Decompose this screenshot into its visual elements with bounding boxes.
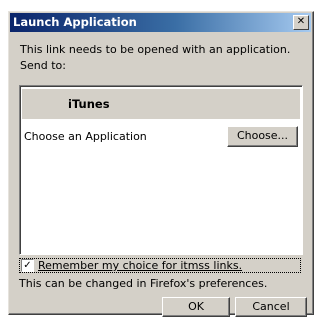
app-name: iTunes — [68, 97, 110, 111]
launch-application-dialog: Launch Application ✕ This link needs to … — [8, 11, 314, 317]
list-item-selected-app[interactable]: iTunes — [22, 89, 300, 119]
remember-choice-label[interactable]: Remember my choice for itmss links. — [38, 259, 242, 272]
checkmark-icon: ✓ — [23, 260, 32, 271]
ok-button[interactable]: OK — [162, 297, 230, 317]
choose-application-label: Choose an Application — [24, 130, 147, 143]
title-bar[interactable]: Launch Application ✕ — [10, 13, 311, 32]
close-icon: ✕ — [296, 16, 306, 27]
dialog-title: Launch Application — [13, 15, 137, 29]
message: This link needs to be opened with an app… — [20, 42, 306, 74]
remember-choice-checkbox[interactable]: ✓ — [21, 259, 34, 272]
remember-choice-row[interactable]: ✓ Remember my choice for itmss links. — [19, 258, 301, 273]
close-button[interactable]: ✕ — [293, 15, 309, 30]
cancel-button[interactable]: Cancel — [235, 297, 307, 317]
choose-button[interactable]: Choose... — [227, 126, 298, 147]
application-list[interactable]: iTunes Choose an Application Choose... — [19, 85, 303, 255]
list-item-choose-application[interactable]: Choose an Application Choose... — [20, 124, 302, 148]
preferences-note: This can be changed in Firefox's prefere… — [19, 277, 268, 290]
send-to-label: Send to: — [20, 59, 66, 72]
message-line: This link needs to be opened with an app… — [20, 43, 291, 56]
